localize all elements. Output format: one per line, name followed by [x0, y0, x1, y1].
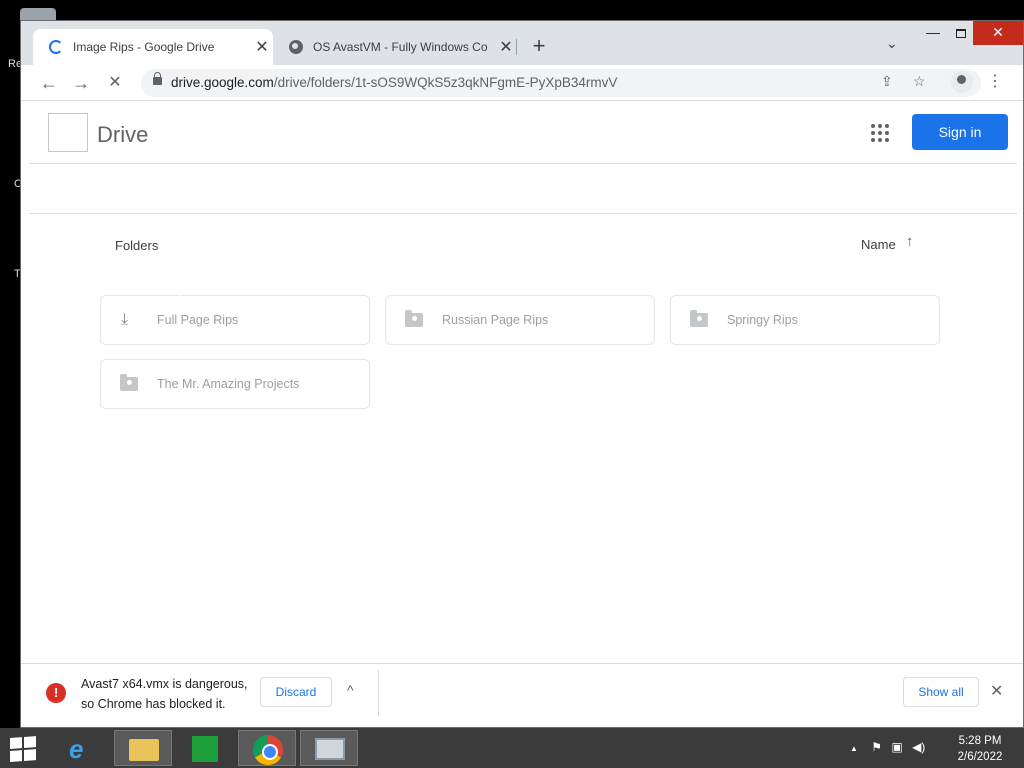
globe-icon — [289, 40, 303, 54]
shared-folder-icon — [120, 374, 138, 391]
danger-warning-icon: ! — [46, 683, 66, 703]
bookmark-star-icon[interactable]: ☆ — [913, 73, 926, 90]
url-host: drive.google.com — [171, 75, 274, 90]
chrome-icon — [253, 735, 283, 765]
folder-springy-rips[interactable]: Springy Rips — [670, 295, 940, 345]
tab-os-avastvm[interactable]: OS AvastVM - Fully Windows Co ✕ — [277, 29, 517, 65]
windows-start-icon[interactable] — [10, 736, 38, 762]
tab-strip: Image Rips - Google Drive ✕ OS AvastVM -… — [21, 21, 1023, 65]
folder-name: Russian Page Rips — [442, 313, 549, 327]
tab-image-rips[interactable]: Image Rips - Google Drive ✕ — [33, 29, 273, 65]
tab-title: OS AvastVM - Fully Windows Co — [313, 40, 488, 54]
download-bar-divider — [378, 670, 379, 716]
taskbar-internet-explorer[interactable]: e — [52, 730, 110, 766]
stop-loading-icon[interactable]: ✕ — [103, 71, 127, 95]
taskbar-store[interactable] — [176, 730, 234, 766]
folder-full-page-rips[interactable]: ⤓ Full Page Rips — [100, 295, 370, 345]
show-hidden-icons-arrow[interactable]: ▲ — [850, 744, 858, 753]
action-center-flag-icon[interactable]: ⚑ — [871, 740, 882, 754]
download-warning-line: Avast7 x64.vmx is dangerous, — [81, 677, 248, 691]
shared-folder-icon — [690, 310, 708, 327]
folders-section-label: Folders — [115, 238, 159, 253]
shared-folder-icon — [405, 310, 423, 327]
store-icon — [192, 736, 218, 762]
tab-separator — [516, 39, 517, 55]
tab-search-chevron-icon[interactable]: ⌄ — [886, 35, 898, 52]
back-arrow-icon[interactable]: ← — [37, 71, 61, 95]
volume-icon[interactable]: ◀) — [912, 740, 925, 754]
windows-taskbar: e ▲ ⚑ ▣ ◀) 5:28 PM 2/6/2022 — [0, 728, 1024, 768]
performance-monitor-icon — [315, 738, 345, 760]
taskbar-file-explorer[interactable] — [114, 730, 172, 766]
folder-name: Springy Rips — [727, 313, 798, 327]
profile-avatar-icon[interactable] — [951, 71, 973, 93]
download-bar: ! Avast7 x64.vmx is dangerous, so Chrome… — [21, 663, 1023, 727]
system-tray: ▲ ⚑ ▣ ◀) — [850, 740, 925, 754]
url-text[interactable]: drive.google.com/drive/folders/1t-sOS9WQ… — [171, 75, 617, 90]
sort-ascending-arrow-icon[interactable]: ↑ — [906, 233, 914, 250]
drive-title[interactable]: Drive — [97, 122, 148, 148]
chrome-menu-icon[interactable]: ⋮ — [987, 71, 1003, 91]
folder-russian-page-rips[interactable]: Russian Page Rips — [385, 295, 655, 345]
browser-toolbar: ← → ✕ drive.google.com/drive/folders/1t-… — [21, 65, 1023, 101]
google-apps-grid-icon[interactable] — [871, 124, 889, 142]
download-icon: ⤓ — [121, 311, 129, 328]
address-bar[interactable]: drive.google.com/drive/folders/1t-sOS9WQ… — [141, 69, 981, 97]
internet-explorer-icon: e — [69, 734, 84, 764]
discard-button[interactable]: Discard — [260, 677, 332, 707]
new-tab-button[interactable]: + — [527, 35, 551, 59]
maximize-icon — [956, 28, 966, 38]
folder-name: The Mr. Amazing Projects — [157, 377, 300, 391]
show-all-button[interactable]: Show all — [903, 677, 979, 707]
tab-close-icon[interactable]: ✕ — [251, 37, 273, 57]
chevron-up-icon[interactable]: ^ — [347, 682, 354, 698]
chrome-window: Image Rips - Google Drive ✕ OS AvastVM -… — [20, 20, 1024, 728]
loading-spinner-icon — [49, 40, 63, 54]
tab-close-icon[interactable]: ✕ — [495, 37, 517, 57]
drive-subheader — [29, 164, 1017, 214]
network-icon[interactable]: ▣ — [891, 740, 902, 754]
close-download-bar-icon[interactable]: ✕ — [990, 681, 1003, 701]
folder-name: Full Page Rips — [157, 313, 239, 327]
share-icon[interactable]: ⇪ — [881, 73, 893, 90]
drive-logo-broken-image[interactable] — [48, 113, 88, 152]
forward-arrow-icon[interactable]: → — [69, 71, 93, 95]
taskbar-clock[interactable]: 5:28 PM 2/6/2022 — [950, 733, 1010, 765]
download-warning-line: so Chrome has blocked it. — [81, 697, 226, 711]
clock-date: 2/6/2022 — [957, 751, 1003, 763]
taskbar-chrome[interactable] — [238, 730, 296, 766]
folder-mr-amazing-projects[interactable]: The Mr. Amazing Projects — [100, 359, 370, 409]
taskbar-monitor-app[interactable] — [300, 730, 358, 766]
clock-time: 5:28 PM — [958, 735, 1002, 747]
file-explorer-icon — [129, 739, 159, 761]
sign-in-button[interactable]: Sign in — [912, 114, 1008, 150]
window-close-button[interactable]: ✕ — [973, 21, 1023, 45]
drive-page: Drive Sign in Folders Name ↑ ⤓ Full Page… — [29, 102, 1017, 684]
drive-header: Drive Sign in — [29, 102, 1017, 164]
download-warning-text: Avast7 x64.vmx is dangerous, so Chrome h… — [81, 674, 256, 714]
lock-icon[interactable] — [153, 72, 162, 85]
sort-by-name-button[interactable]: Name — [861, 237, 896, 252]
tab-title: Image Rips - Google Drive — [73, 40, 215, 54]
url-path: /drive/folders/1t-sOS9WQkS5z3qkNFgmE-PyX… — [273, 75, 618, 90]
